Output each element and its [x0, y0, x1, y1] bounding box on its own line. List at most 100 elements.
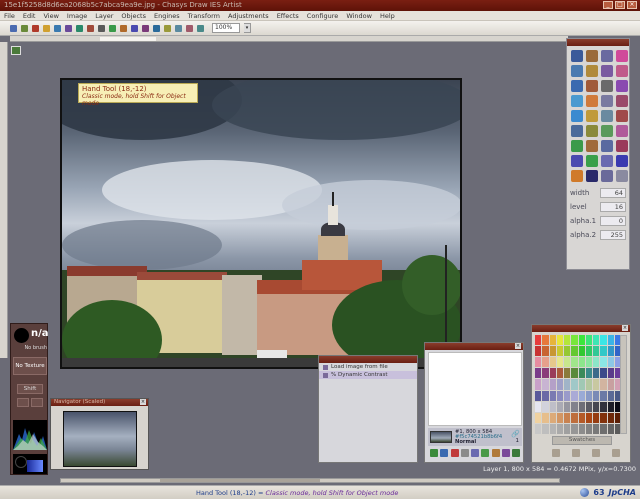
swatch-color[interactable]	[600, 357, 607, 368]
tool-icon[interactable]	[586, 65, 598, 77]
tool-icon[interactable]	[601, 155, 613, 167]
toolbar-button-icon[interactable]	[32, 24, 39, 32]
swatch-color[interactable]	[607, 401, 614, 412]
swatch-color[interactable]	[556, 335, 563, 346]
swatch-color[interactable]	[556, 390, 563, 401]
swatch-color[interactable]	[578, 401, 585, 412]
swatch-color[interactable]	[549, 346, 556, 357]
swatch-color[interactable]	[549, 335, 556, 346]
toolbar-button-icon[interactable]	[76, 24, 83, 32]
navigator-thumbnail[interactable]	[63, 411, 137, 467]
shift-button[interactable]: Shift	[17, 384, 43, 394]
swatch-color[interactable]	[593, 412, 600, 423]
tool-icon[interactable]	[601, 50, 613, 62]
tool-icon[interactable]	[601, 95, 613, 107]
layer-action-icon[interactable]	[481, 449, 490, 457]
menu-edit[interactable]: Edit	[23, 12, 36, 20]
layer-action-icon[interactable]	[491, 449, 500, 457]
swatch-color[interactable]	[585, 390, 592, 401]
swatch-color[interactable]	[564, 390, 571, 401]
swatch-color[interactable]	[607, 412, 614, 423]
toolbar-button-icon[interactable]	[54, 24, 61, 32]
swatch-color[interactable]	[571, 401, 578, 412]
swatch-color[interactable]	[535, 335, 542, 346]
maximize-button[interactable]: □	[615, 1, 625, 9]
swatch-color[interactable]	[585, 379, 592, 390]
swatch-color[interactable]	[600, 412, 607, 423]
swatch-color[interactable]	[600, 346, 607, 357]
swatch-color[interactable]	[578, 335, 585, 346]
tool-icon[interactable]	[586, 110, 598, 122]
swatch-color[interactable]	[593, 346, 600, 357]
swatch-color[interactable]	[571, 346, 578, 357]
menu-help[interactable]: Help	[380, 12, 395, 20]
swatch-color[interactable]	[564, 357, 571, 368]
swatch-color[interactable]	[585, 412, 592, 423]
tool-icon[interactable]	[616, 155, 628, 167]
swatch-color[interactable]	[578, 412, 585, 423]
swatch-color[interactable]	[542, 368, 549, 379]
layer-action-icon[interactable]	[471, 449, 479, 457]
scrollbar-thumb[interactable]	[160, 479, 320, 482]
tool-icon[interactable]	[616, 125, 628, 137]
swatch-color[interactable]	[593, 335, 600, 346]
swatch-color[interactable]	[556, 368, 563, 379]
toolbar-button-icon[interactable]	[87, 24, 94, 32]
texture-button[interactable]: No Texture	[13, 357, 47, 375]
toolbar-button-icon[interactable]	[109, 24, 116, 32]
layer-action-icon[interactable]	[440, 449, 449, 457]
swatch-color[interactable]	[564, 401, 571, 412]
swatch-color[interactable]	[549, 379, 556, 390]
menu-engines[interactable]: Engines	[154, 12, 180, 20]
swatch-color[interactable]	[585, 357, 592, 368]
toolbar-button-icon[interactable]	[186, 24, 193, 32]
swatch-color[interactable]	[571, 368, 578, 379]
swatch-color[interactable]	[578, 390, 585, 401]
minimize-button[interactable]: _	[603, 1, 613, 9]
swatch-color[interactable]	[542, 335, 549, 346]
navigator-close-button[interactable]: ×	[140, 399, 146, 405]
primary-color[interactable]	[15, 456, 27, 468]
tool-icon[interactable]	[571, 110, 583, 122]
swatch-color[interactable]	[593, 357, 600, 368]
swatch-action-icon[interactable]	[572, 449, 580, 457]
menu-window[interactable]: Window	[346, 12, 372, 20]
swatch-color[interactable]	[600, 335, 607, 346]
tool-icon[interactable]	[586, 95, 598, 107]
chevron-down-icon[interactable]: ▾	[244, 23, 251, 33]
param-value-input[interactable]: 64	[600, 188, 626, 198]
history-header[interactable]	[319, 356, 417, 363]
swatch-color[interactable]	[564, 423, 571, 434]
swatch-color[interactable]	[542, 401, 549, 412]
param-value-input[interactable]: 0	[600, 216, 626, 226]
brush-prev-button[interactable]	[17, 398, 29, 407]
ruler-vertical[interactable]	[0, 42, 8, 358]
tool-icon[interactable]	[616, 80, 628, 92]
swatch-color[interactable]	[535, 412, 542, 423]
swatch-color[interactable]	[542, 357, 549, 368]
swatch-color[interactable]	[535, 401, 542, 412]
menu-image[interactable]: Image	[67, 12, 87, 20]
tool-icon[interactable]	[601, 125, 613, 137]
swatches-scrollbar[interactable]	[620, 335, 627, 434]
tool-icon[interactable]	[571, 140, 583, 152]
swatch-color[interactable]	[542, 346, 549, 357]
menu-layer[interactable]: Layer	[95, 12, 113, 20]
swatch-color[interactable]	[571, 357, 578, 368]
swatch-color[interactable]	[607, 346, 614, 357]
swatch-color[interactable]	[556, 401, 563, 412]
layers-header[interactable]: ×	[425, 343, 523, 350]
tool-icon[interactable]	[601, 170, 613, 182]
tool-icon[interactable]	[571, 80, 583, 92]
swatch-color[interactable]	[607, 335, 614, 346]
toolbar-button-icon[interactable]	[21, 24, 28, 32]
tool-icon[interactable]	[601, 110, 613, 122]
swatch-color[interactable]	[571, 412, 578, 423]
swatch-color[interactable]	[600, 390, 607, 401]
swatch-action-icon[interactable]	[592, 449, 600, 457]
swatch-color[interactable]	[556, 412, 563, 423]
menu-transform[interactable]: Transform	[188, 12, 220, 20]
history-item[interactable]: Load image from file	[319, 363, 417, 371]
swatch-color[interactable]	[564, 346, 571, 357]
toolbar-button-icon[interactable]	[10, 24, 17, 32]
